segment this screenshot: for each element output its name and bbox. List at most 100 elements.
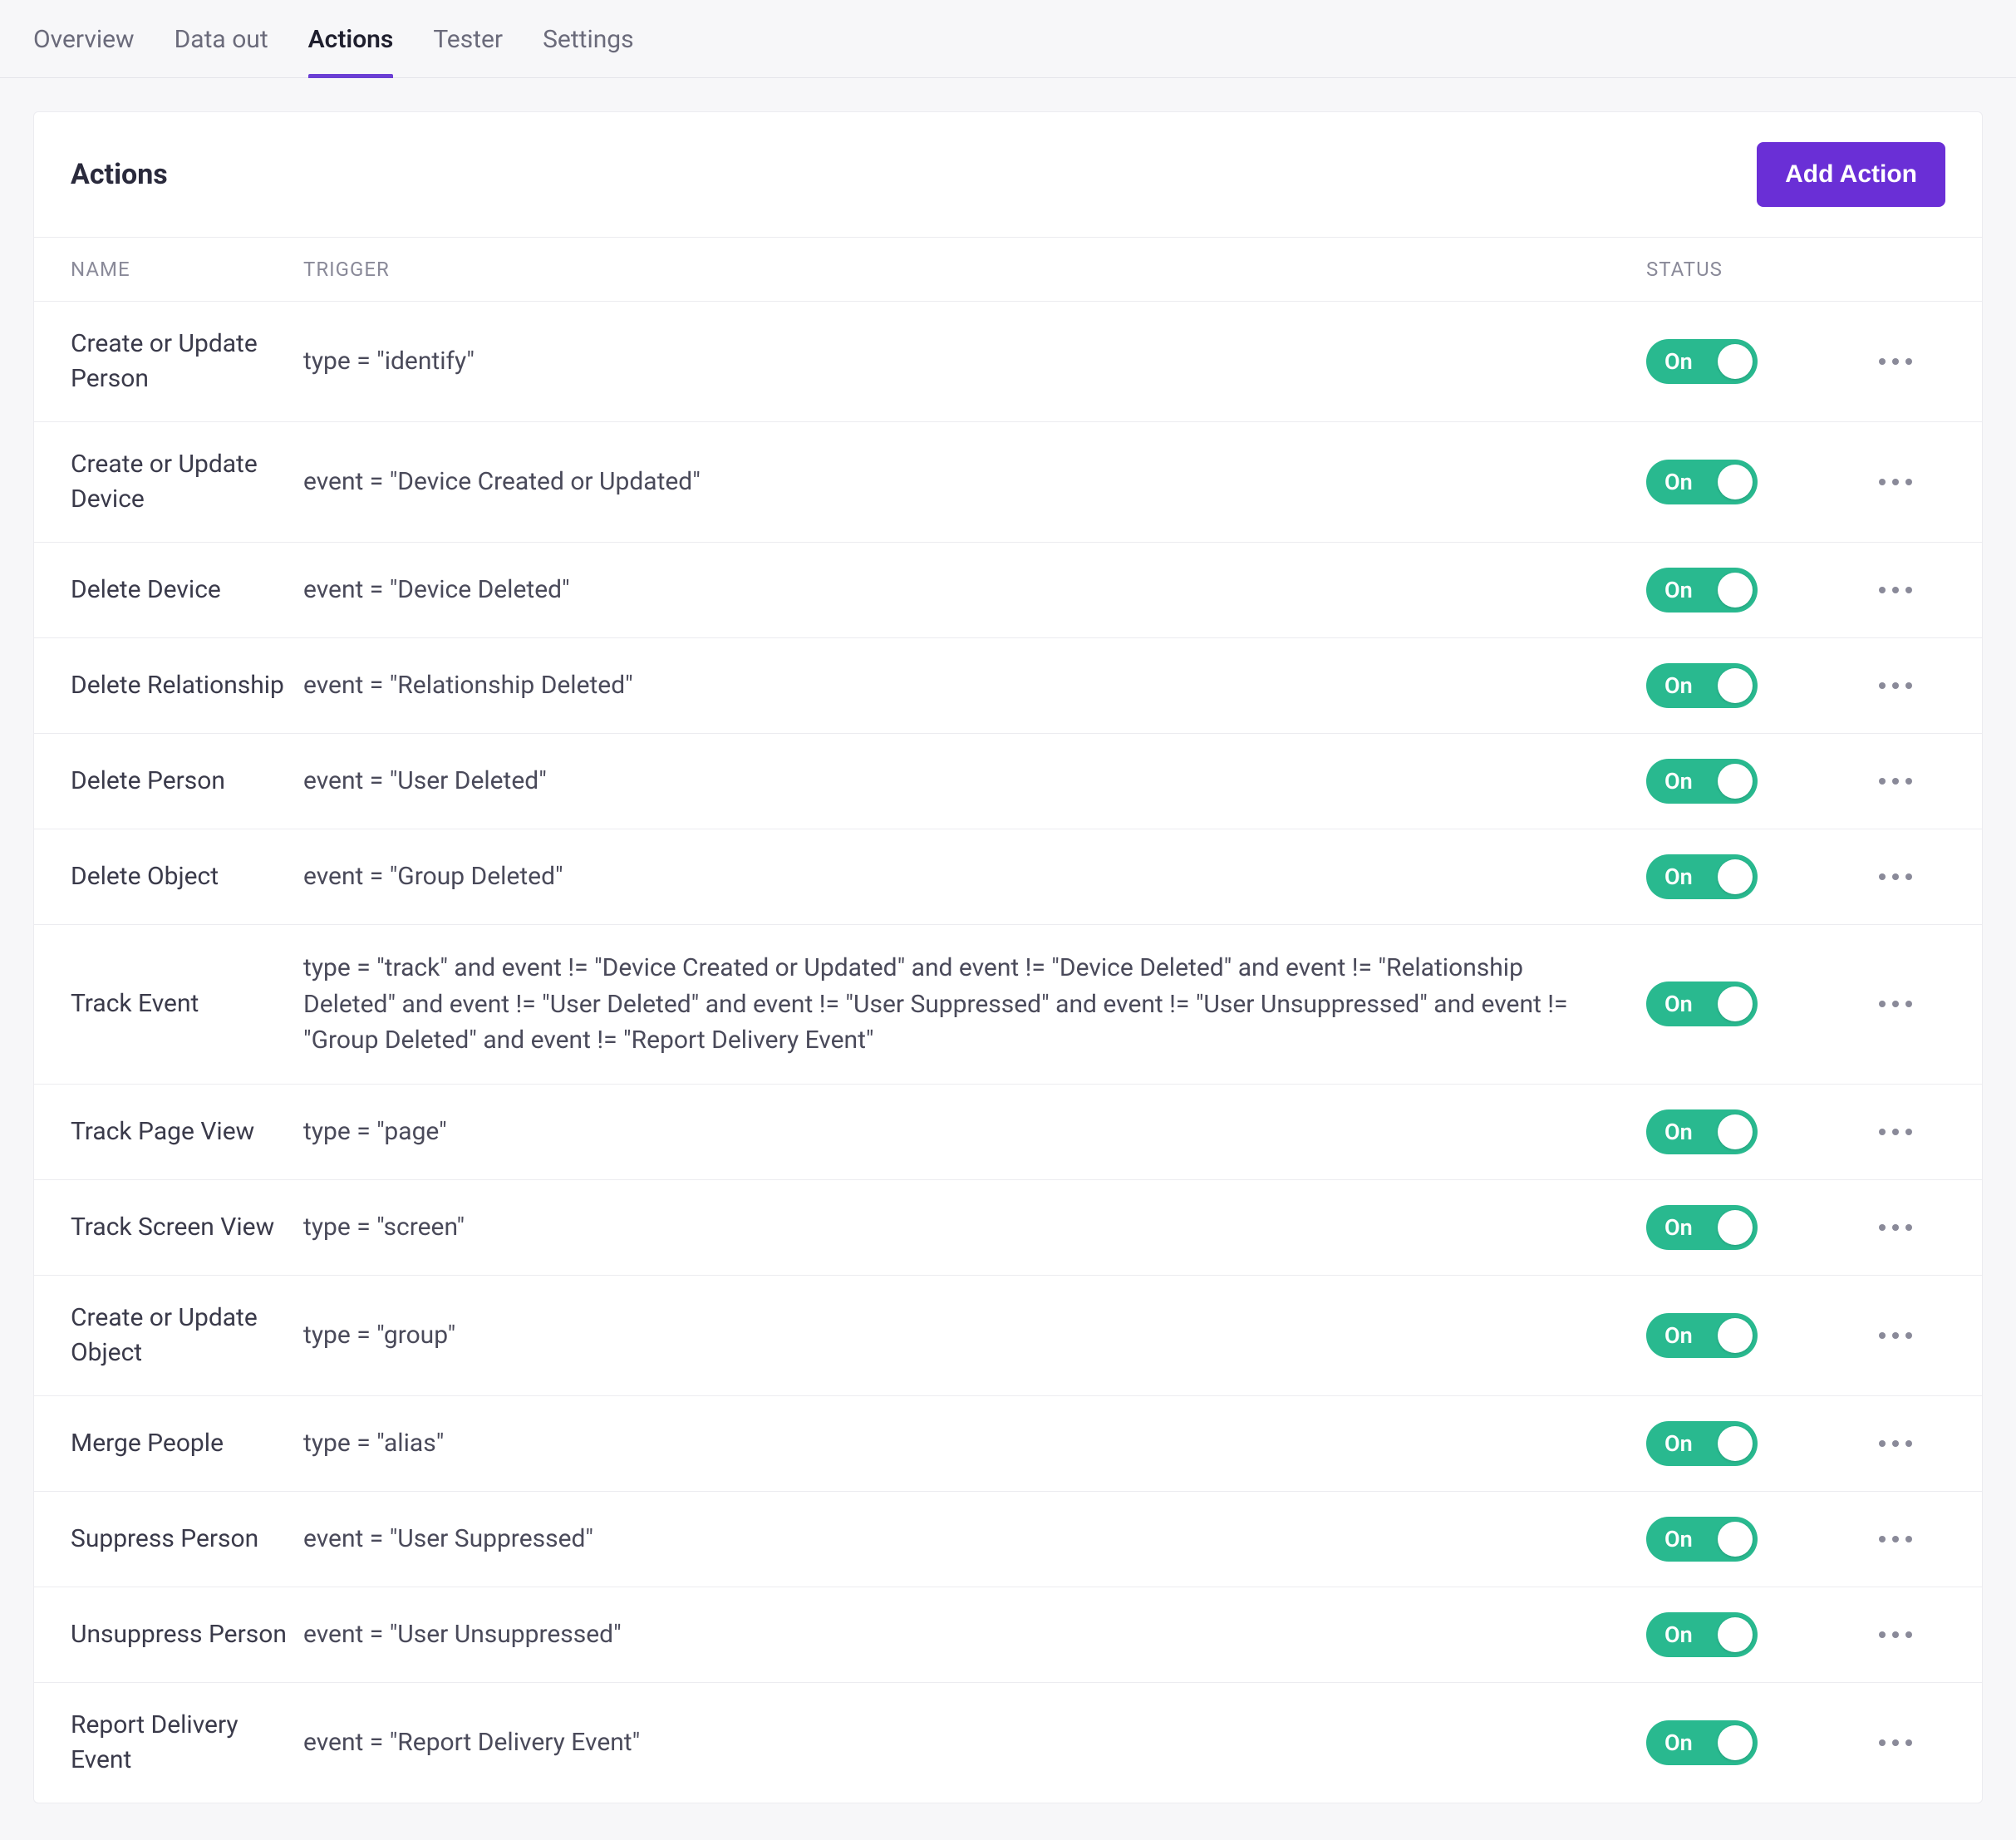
tab-overview[interactable]: Overview [33, 25, 135, 77]
dots-horizontal-icon [1879, 1129, 1886, 1135]
row-menu-button[interactable] [1846, 1001, 1945, 1007]
action-trigger: type = "screen" [303, 1209, 1646, 1246]
table-row: Suppress Personevent = "User Suppressed"… [34, 1492, 1982, 1587]
dots-horizontal-icon [1905, 479, 1912, 485]
dots-horizontal-icon [1892, 358, 1899, 365]
dots-horizontal-icon [1905, 358, 1912, 365]
toggle-knob [1718, 573, 1753, 608]
status-toggle[interactable]: On [1646, 854, 1758, 899]
status-toggle[interactable]: On [1646, 1517, 1758, 1562]
dots-horizontal-icon [1892, 682, 1899, 689]
action-name[interactable]: Track Page View [71, 1114, 303, 1149]
tab-data-out[interactable]: Data out [175, 25, 268, 77]
row-menu-button[interactable] [1846, 358, 1945, 365]
status-toggle[interactable]: On [1646, 1421, 1758, 1466]
toggle-knob [1718, 986, 1753, 1021]
action-trigger: type = "page" [303, 1114, 1646, 1150]
toggle-label: On [1664, 991, 1693, 1017]
dots-horizontal-icon [1892, 479, 1899, 485]
status-toggle[interactable]: On [1646, 568, 1758, 613]
action-name[interactable]: Report Delivery Event [71, 1708, 303, 1778]
actions-card: Actions Add Action NAME TRIGGER STATUS C… [33, 111, 1983, 1803]
toggle-knob [1718, 1114, 1753, 1149]
row-menu-button[interactable] [1846, 587, 1945, 593]
action-name[interactable]: Delete Device [71, 573, 303, 608]
dots-horizontal-icon [1905, 1001, 1912, 1007]
action-name[interactable]: Delete Relationship [71, 668, 303, 703]
table-row: Delete Deviceevent = "Device Deleted" On [34, 543, 1982, 638]
action-status: On [1646, 1109, 1846, 1154]
row-menu-button[interactable] [1846, 682, 1945, 689]
status-toggle[interactable]: On [1646, 1109, 1758, 1154]
status-toggle[interactable]: On [1646, 1720, 1758, 1765]
action-trigger: type = "identify" [303, 343, 1646, 380]
action-name[interactable]: Track Event [71, 986, 303, 1021]
row-menu-button[interactable] [1846, 1332, 1945, 1339]
status-toggle[interactable]: On [1646, 1205, 1758, 1250]
table-row: Merge Peopletype = "alias"On [34, 1396, 1982, 1492]
toggle-knob [1718, 764, 1753, 799]
toggle-label: On [1664, 348, 1693, 375]
dots-horizontal-icon [1892, 778, 1899, 785]
toggle-label: On [1664, 1621, 1693, 1648]
action-trigger: event = "Device Deleted" [303, 572, 1646, 608]
tab-settings[interactable]: Settings [543, 25, 634, 77]
dots-horizontal-icon [1905, 1536, 1912, 1542]
action-status: On [1646, 1612, 1846, 1657]
status-toggle[interactable]: On [1646, 460, 1758, 504]
row-menu-button[interactable] [1846, 873, 1945, 880]
action-name[interactable]: Merge People [71, 1426, 303, 1461]
row-menu-button[interactable] [1846, 1440, 1945, 1447]
dots-horizontal-icon [1879, 778, 1886, 785]
action-name[interactable]: Create or Update Object [71, 1301, 303, 1370]
row-menu-button[interactable] [1846, 1224, 1945, 1231]
row-menu-button[interactable] [1846, 778, 1945, 785]
card-header: Actions Add Action [34, 112, 1982, 237]
dots-horizontal-icon [1905, 682, 1912, 689]
action-name[interactable]: Create or Update Person [71, 327, 303, 396]
dots-horizontal-icon [1892, 1129, 1899, 1135]
tabs-bar: Overview Data out Actions Tester Setting… [0, 0, 2016, 78]
row-menu-button[interactable] [1846, 1129, 1945, 1135]
action-trigger: event = "Report Delivery Event" [303, 1724, 1646, 1761]
dots-horizontal-icon [1879, 587, 1886, 593]
toggle-label: On [1664, 672, 1693, 699]
status-toggle[interactable]: On [1646, 1313, 1758, 1358]
column-header-trigger: TRIGGER [303, 258, 1646, 281]
dots-horizontal-icon [1905, 1631, 1912, 1638]
action-status: On [1646, 339, 1846, 384]
action-trigger: event = "Group Deleted" [303, 859, 1646, 895]
row-menu-button[interactable] [1846, 1631, 1945, 1638]
tab-tester[interactable]: Tester [433, 25, 503, 77]
tab-actions[interactable]: Actions [308, 25, 394, 77]
dots-horizontal-icon [1905, 1224, 1912, 1231]
action-name[interactable]: Unsuppress Person [71, 1617, 303, 1652]
action-name[interactable]: Create or Update Device [71, 447, 303, 517]
action-name[interactable]: Delete Person [71, 764, 303, 799]
action-trigger: event = "User Deleted" [303, 763, 1646, 799]
toggle-label: On [1664, 863, 1693, 890]
action-name[interactable]: Suppress Person [71, 1522, 303, 1557]
row-menu-button[interactable] [1846, 1739, 1945, 1746]
dots-horizontal-icon [1892, 1224, 1899, 1231]
status-toggle[interactable]: On [1646, 663, 1758, 708]
status-toggle[interactable]: On [1646, 759, 1758, 804]
action-status: On [1646, 1313, 1846, 1358]
status-toggle[interactable]: On [1646, 981, 1758, 1026]
dots-horizontal-icon [1892, 1536, 1899, 1542]
status-toggle[interactable]: On [1646, 339, 1758, 384]
dots-horizontal-icon [1879, 358, 1886, 365]
dots-horizontal-icon [1892, 1631, 1899, 1638]
dots-horizontal-icon [1879, 873, 1886, 880]
toggle-label: On [1664, 577, 1693, 603]
dots-horizontal-icon [1892, 873, 1899, 880]
status-toggle[interactable]: On [1646, 1612, 1758, 1657]
row-menu-button[interactable] [1846, 479, 1945, 485]
dots-horizontal-icon [1905, 1739, 1912, 1746]
action-name[interactable]: Track Screen View [71, 1210, 303, 1245]
action-name[interactable]: Delete Object [71, 859, 303, 894]
add-action-button[interactable]: Add Action [1757, 142, 1945, 207]
action-trigger: type = "track" and event != "Device Crea… [303, 950, 1646, 1059]
row-menu-button[interactable] [1846, 1536, 1945, 1542]
table-row: Report Delivery Eventevent = "Report Del… [34, 1683, 1982, 1803]
